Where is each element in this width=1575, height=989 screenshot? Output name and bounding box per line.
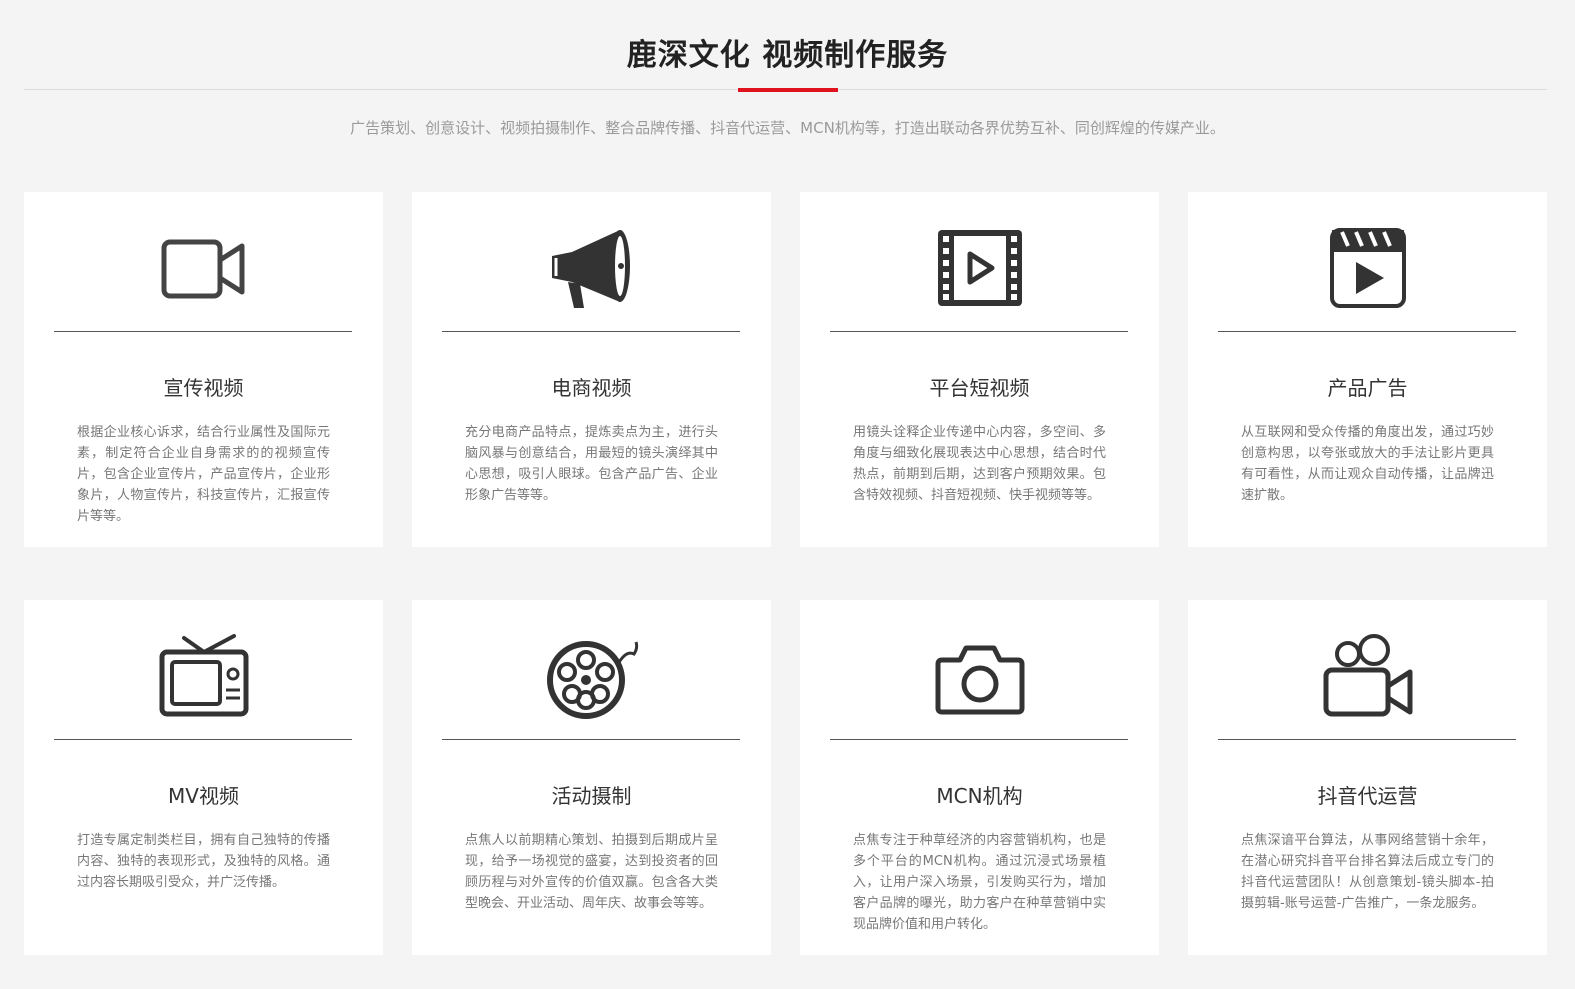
card-divider — [442, 739, 740, 740]
card-title: 宣传视频 — [163, 376, 244, 400]
megaphone-icon — [412, 224, 771, 314]
page-subtitle: 广告策划、创意设计、视频拍摄制作、整合品牌传播、抖音代运营、MCN机构等，打造出… — [350, 119, 1225, 137]
card-title: 平台短视频 — [929, 376, 1030, 400]
film-reel-icon — [412, 632, 771, 722]
card-title: 产品广告 — [1327, 376, 1408, 400]
card-description: 从互联网和受众传播的角度出发，通过巧妙创意构思，以夸张或放大的手法让影片更具有可… — [1241, 425, 1494, 503]
card-description: 用镜头诠释企业传递中心内容，多空间、多角度与细致化展现表达中心思想，结合时代热点… — [853, 425, 1106, 503]
tv-icon — [24, 632, 383, 722]
card-divider — [1218, 331, 1516, 332]
card-title: MCN机构 — [936, 784, 1023, 808]
title-accent-bar — [738, 88, 838, 92]
movie-camera-icon — [1188, 632, 1547, 722]
card-description: 充分电商产品特点，提炼卖点为主，进行头脑风暴与创意结合，用最短的镜头演绎其中心思… — [465, 425, 718, 503]
service-card-promo-video[interactable]: 宣传视频 根据企业核心诉求，结合行业属性及国际元素，制定符合企业自身需求的的视频… — [24, 192, 383, 547]
card-description: 点焦深谙平台算法，从事网络营销十余年，在潜心研究抖音平台排名算法后成立专门的抖音… — [1241, 833, 1494, 911]
film-play-icon — [800, 224, 1159, 314]
service-card-douyin-operation[interactable]: 抖音代运营 点焦深谙平台算法，从事网络营销十余年，在潜心研究抖音平台排名算法后成… — [1188, 600, 1547, 955]
service-card-ecommerce-video[interactable]: 电商视频 充分电商产品特点，提炼卖点为主，进行头脑风暴与创意结合，用最短的镜头演… — [412, 192, 771, 547]
card-title: 活动摄制 — [551, 784, 632, 808]
service-card-event-filming[interactable]: 活动摄制 点焦人以前期精心策划、拍摄到后期成片呈现，给予一场视觉的盛宴，达到投资… — [412, 600, 771, 955]
card-title: MV视频 — [168, 784, 239, 808]
card-divider — [442, 331, 740, 332]
service-card-mcn-agency[interactable]: MCN机构 点焦专注于种草经济的内容营销机构，也是多个平台的MCN机构。通过沉浸… — [800, 600, 1159, 955]
service-grid: 宣传视频 根据企业核心诉求，结合行业属性及国际元素，制定符合企业自身需求的的视频… — [24, 192, 1547, 955]
card-description: 根据企业核心诉求，结合行业属性及国际元素，制定符合企业自身需求的的视频宣传片，包… — [77, 425, 330, 524]
page-title: 鹿深文化 视频制作服务 — [626, 38, 949, 73]
card-title: 电商视频 — [551, 376, 632, 400]
card-divider — [830, 739, 1128, 740]
card-divider — [1218, 739, 1516, 740]
card-description: 点焦人以前期精心策划、拍摄到后期成片呈现，给予一场视觉的盛宴，达到投资者的回顾历… — [465, 833, 718, 911]
card-title: 抖音代运营 — [1317, 784, 1418, 808]
camera-icon — [800, 632, 1159, 722]
card-divider — [830, 331, 1128, 332]
card-description: 打造专属定制类栏目，拥有自己独特的传播内容、独特的表现形式，及独特的风格。通过内… — [77, 833, 330, 890]
service-card-short-video[interactable]: 平台短视频 用镜头诠释企业传递中心内容，多空间、多角度与细致化展现表达中心思想，… — [800, 192, 1159, 547]
service-card-product-ad[interactable]: 产品广告 从互联网和受众传播的角度出发，通过巧妙创意构思，以夸张或放大的手法让影… — [1188, 192, 1547, 547]
card-divider — [54, 739, 352, 740]
card-description: 点焦专注于种草经济的内容营销机构，也是多个平台的MCN机构。通过沉浸式场景植入，… — [853, 833, 1106, 932]
video-camera-icon — [24, 224, 383, 314]
clapperboard-icon — [1188, 224, 1547, 314]
card-divider — [54, 331, 352, 332]
service-card-mv-video[interactable]: MV视频 打造专属定制类栏目，拥有自己独特的传播内容、独特的表现形式，及独特的风… — [24, 600, 383, 955]
section-header: 鹿深文化 视频制作服务 广告策划、创意设计、视频拍摄制作、整合品牌传播、抖音代运… — [0, 0, 1575, 150]
